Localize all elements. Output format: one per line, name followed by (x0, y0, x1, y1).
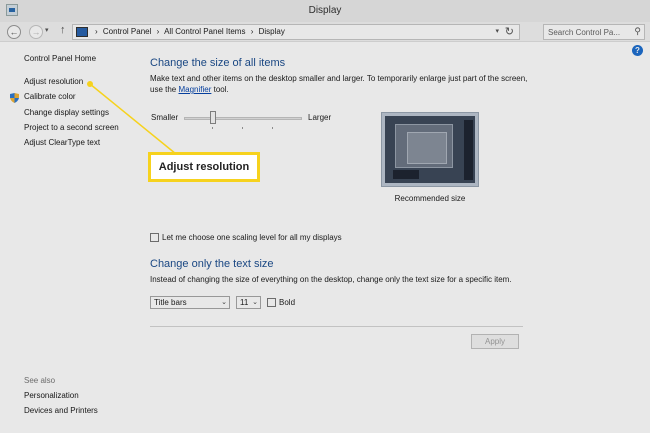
search-box[interactable]: ⚲ (543, 24, 645, 40)
slider-tick (242, 127, 243, 129)
sidebar-item-calibrate-color[interactable]: Calibrate color (24, 92, 76, 101)
back-button[interactable]: ← (7, 25, 21, 39)
sidebar-item-project-second-screen[interactable]: Project to a second screen (24, 123, 119, 132)
address-dropdown-icon[interactable]: ▾ (495, 27, 499, 35)
preview-window-inner (407, 132, 447, 164)
preview-caption: Recommended size (394, 194, 466, 203)
size-description-line2: use the Magnifier tool. (150, 85, 229, 94)
breadcrumb-display[interactable]: Display (259, 27, 285, 36)
size-select[interactable]: 11 ⌄ (236, 296, 261, 309)
preview-bottom-bar (393, 170, 419, 179)
control-panel-icon (76, 27, 88, 37)
bold-checkbox-label[interactable]: Bold (279, 298, 295, 307)
search-icon[interactable]: ⚲ (634, 26, 641, 37)
scaling-checkbox-label[interactable]: Let me choose one scaling level for all … (162, 233, 342, 242)
size-desc-post: tool. (213, 85, 229, 94)
shield-icon (10, 93, 19, 103)
sidebar-item-adjust-resolution[interactable]: Adjust resolution (24, 77, 83, 86)
see-also-devices-printers[interactable]: Devices and Printers (24, 406, 98, 415)
apply-button[interactable]: Apply (471, 334, 519, 349)
size-slider-thumb[interactable] (210, 111, 216, 124)
display-window: Display ← → ▾ ↑ › Control Panel › All Co… (0, 0, 650, 433)
size-slider-track[interactable] (184, 117, 302, 120)
forward-button[interactable]: → (29, 25, 43, 39)
breadcrumb-all-items[interactable]: All Control Panel Items (164, 27, 245, 36)
recent-locations-icon[interactable]: ▾ (45, 26, 49, 34)
sidebar: Control Panel Home Adjust resolution Cal… (0, 43, 140, 433)
chevron-down-icon: ⌄ (252, 299, 258, 306)
slider-tick (212, 127, 213, 129)
magnifier-link[interactable]: Magnifier (178, 85, 211, 94)
main-content: Change the size of all items Make text a… (150, 43, 630, 433)
divider (150, 326, 523, 327)
text-size-heading: Change only the text size (150, 258, 274, 270)
item-select[interactable]: Title bars ⌄ (150, 296, 230, 309)
scaling-checkbox[interactable] (150, 233, 159, 242)
slider-tick (272, 127, 273, 129)
breadcrumb-separator: › (95, 27, 98, 36)
address-field[interactable]: › Control Panel › All Control Panel Item… (72, 24, 520, 40)
title-bar: Display (0, 0, 650, 22)
address-bar: ← → ▾ ↑ › Control Panel › All Control Pa… (0, 22, 650, 42)
sidebar-item-change-display-settings[interactable]: Change display settings (24, 108, 109, 117)
sidebar-item-control-panel-home[interactable]: Control Panel Home (24, 54, 96, 63)
bold-checkbox[interactable] (267, 298, 276, 307)
breadcrumb-separator: › (250, 27, 254, 36)
up-arrow-icon[interactable]: ↑ (60, 24, 66, 36)
text-size-description: Instead of changing the size of everythi… (150, 275, 512, 284)
sidebar-item-adjust-cleartype[interactable]: Adjust ClearType text (24, 138, 100, 147)
see-also-personalization[interactable]: Personalization (24, 391, 79, 400)
size-select-value: 11 (240, 298, 249, 307)
window-title: Display (308, 5, 342, 16)
slider-min-label: Smaller (151, 113, 179, 122)
size-desc-pre: use the (150, 85, 177, 94)
size-preview-image (381, 112, 479, 187)
chevron-down-icon: ⌄ (221, 299, 227, 306)
search-input[interactable] (548, 27, 630, 38)
breadcrumb-control-panel[interactable]: Control Panel (103, 27, 151, 36)
see-also-heading: See also (24, 376, 56, 385)
help-icon[interactable]: ? (632, 45, 643, 56)
breadcrumb: › Control Panel › All Control Panel Item… (95, 27, 288, 36)
callout-label: Adjust resolution (148, 152, 260, 182)
preview-taskbar (464, 120, 473, 180)
item-select-value: Title bars (154, 298, 187, 307)
size-description-line1: Make text and other items on the desktop… (150, 74, 528, 83)
slider-max-label: Larger (308, 113, 332, 122)
preview-desktop (385, 116, 475, 183)
breadcrumb-separator: › (156, 27, 160, 36)
refresh-icon[interactable]: ↻ (505, 25, 514, 38)
size-heading: Change the size of all items (150, 57, 286, 69)
